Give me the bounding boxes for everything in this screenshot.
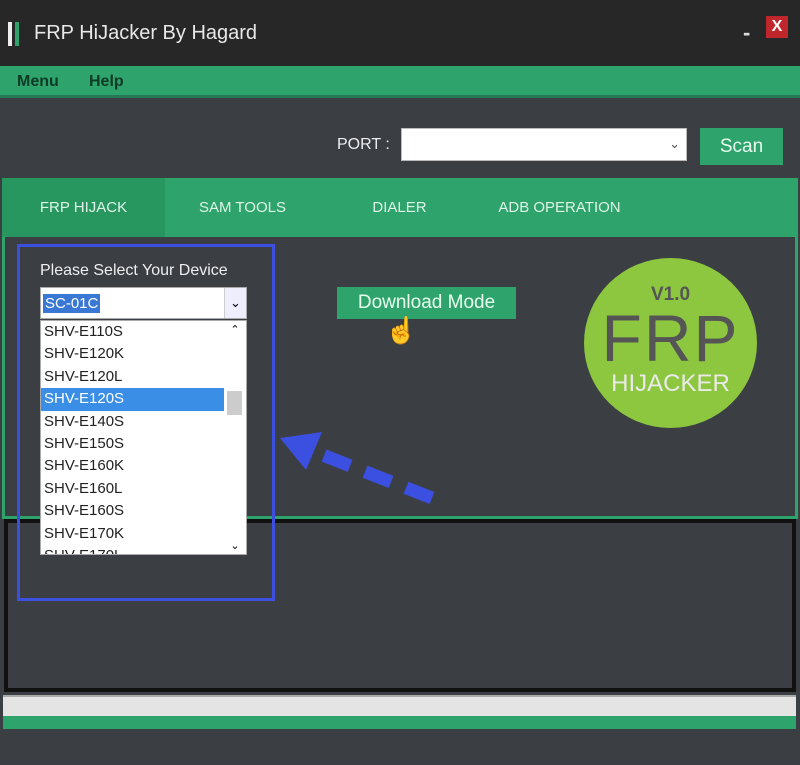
arrow-shaft — [307, 443, 435, 505]
annotation-arrow-icon — [280, 432, 435, 505]
arrow-head — [280, 432, 322, 470]
